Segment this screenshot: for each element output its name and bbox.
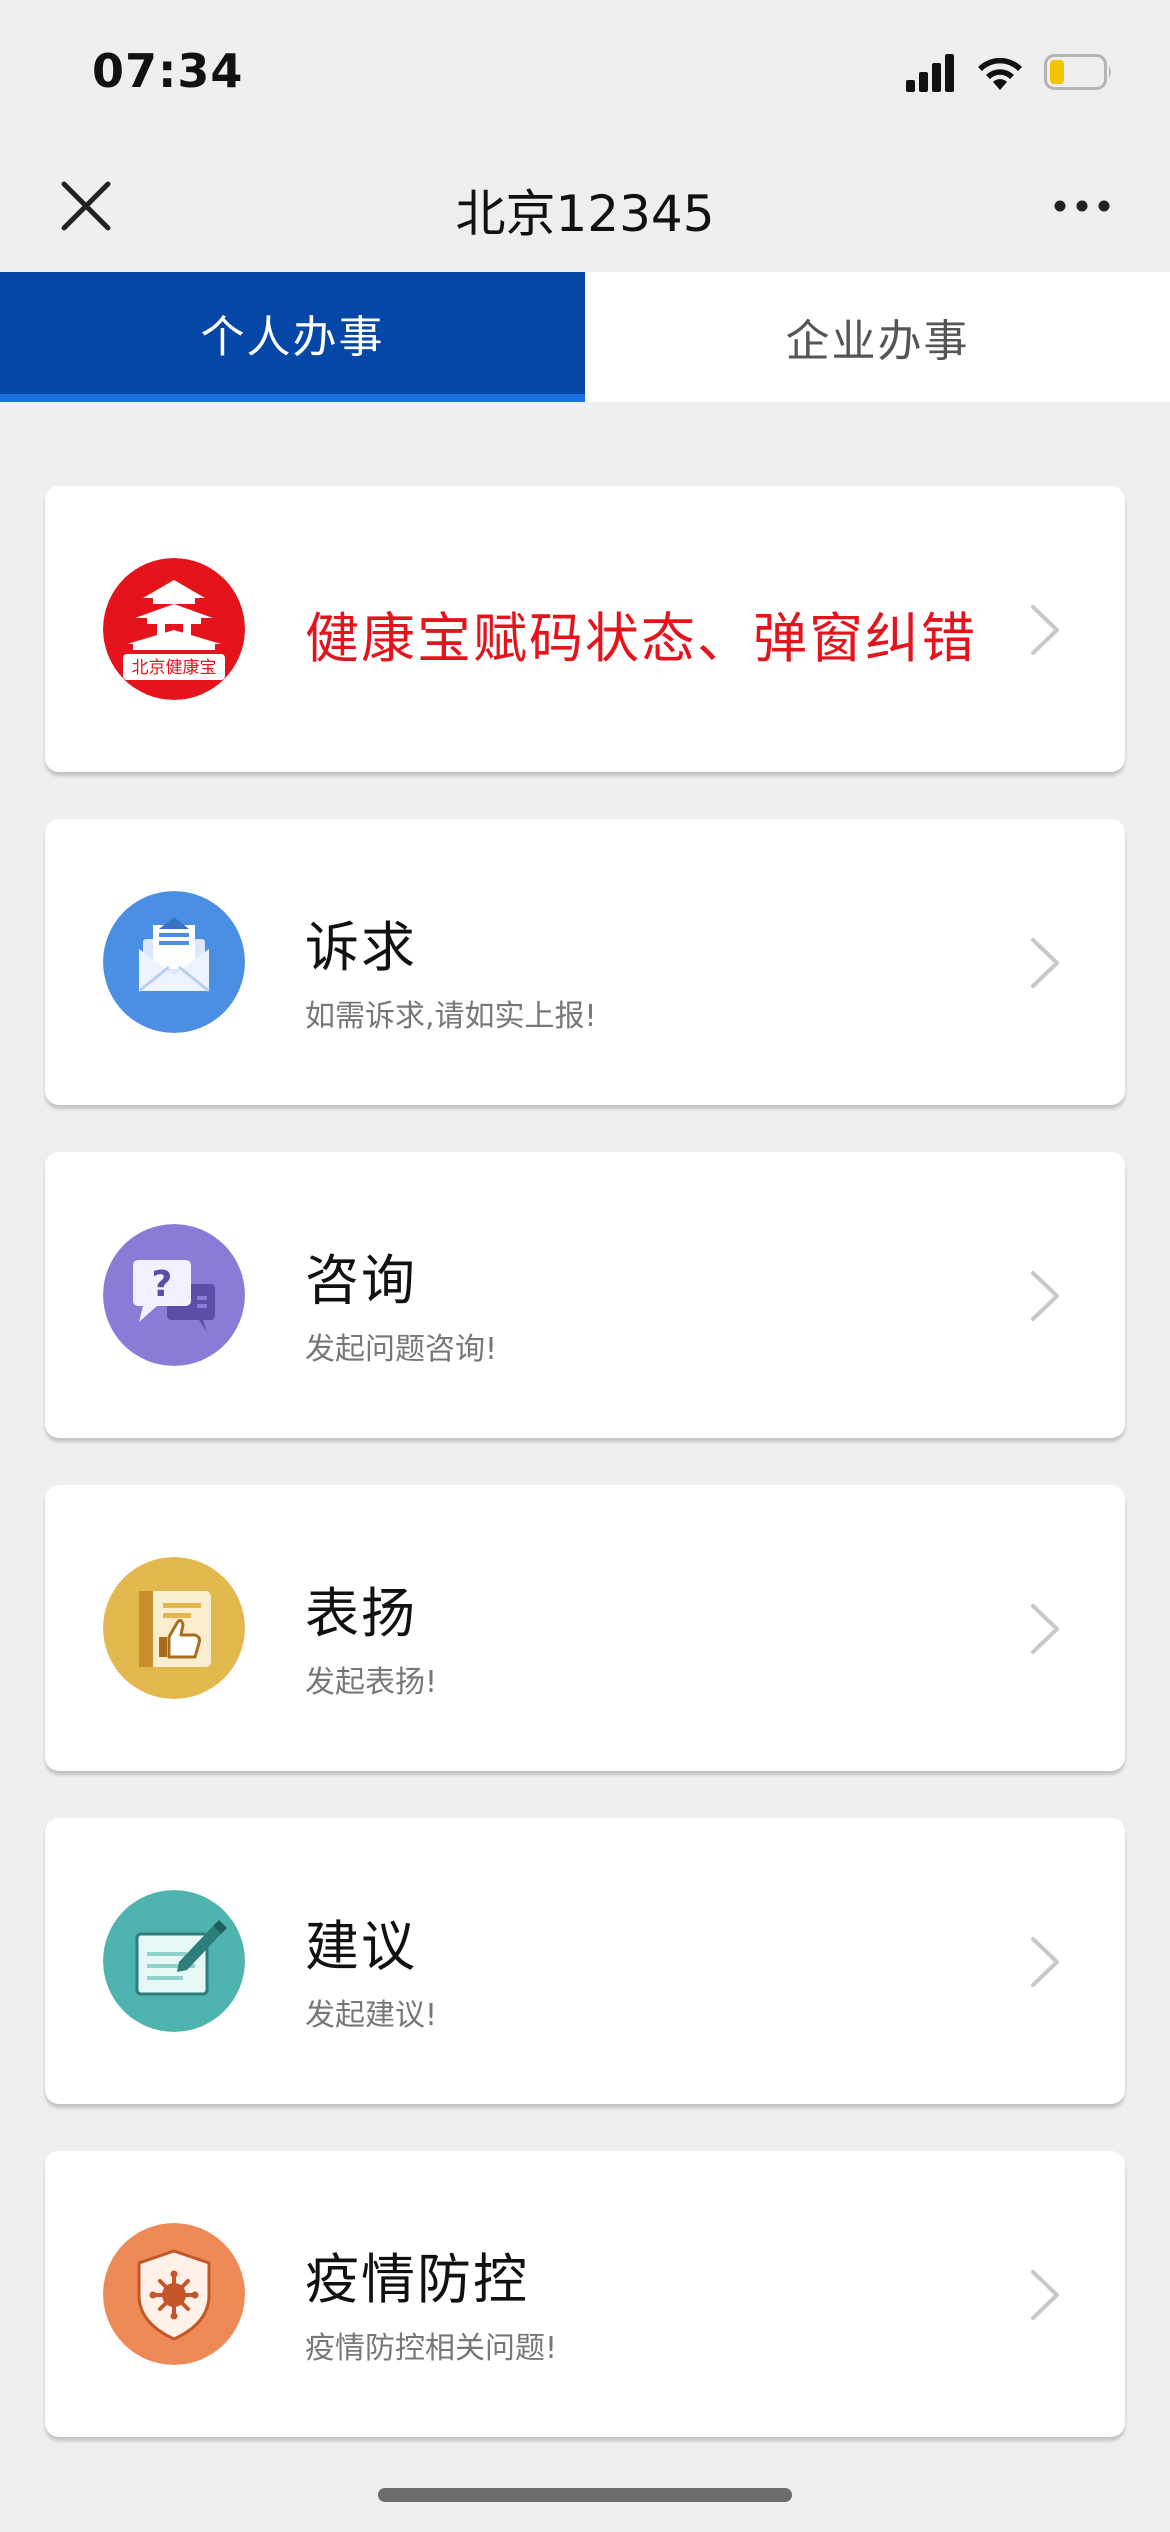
nav-bar: 北京12345 bbox=[0, 140, 1170, 272]
card-title: 健康宝赋码状态、弹窗纠错 bbox=[305, 607, 977, 670]
card-title: 表扬 bbox=[305, 1582, 417, 1645]
card-consult[interactable]: ? 咨询 发起问题咨询! bbox=[45, 1152, 1125, 1438]
svg-text:?: ? bbox=[152, 1264, 173, 1305]
status-time: 07:34 bbox=[92, 44, 244, 98]
status-icons bbox=[904, 50, 1114, 94]
beijing-health-kit-icon: 北京健康宝 bbox=[103, 558, 245, 700]
tab-personal[interactable]: 个人办事 bbox=[0, 272, 585, 402]
card-subtitle: 发起表扬! bbox=[305, 1665, 438, 1700]
thumbs-up-icon bbox=[103, 1557, 245, 1699]
chevron-right-icon bbox=[1031, 1937, 1059, 1987]
chevron-right-icon bbox=[1031, 1271, 1059, 1321]
battery-icon bbox=[1044, 54, 1111, 90]
card-subtitle: 发起问题咨询! bbox=[305, 1332, 498, 1367]
page-title: 北京12345 bbox=[455, 185, 715, 243]
service-card-list: 北京健康宝 健康宝赋码状态、弹窗纠错 诉求 如需诉求,请如实上报! ? 咨询 发… bbox=[45, 486, 1125, 2484]
chevron-right-icon bbox=[1031, 605, 1059, 655]
card-title: 建议 bbox=[305, 1915, 417, 1978]
virus-shield-icon bbox=[103, 2223, 245, 2365]
card-suggestion[interactable]: 建议 发起建议! bbox=[45, 1818, 1125, 2104]
home-indicator[interactable] bbox=[378, 2488, 792, 2502]
chevron-right-icon bbox=[1031, 1604, 1059, 1654]
cellular-signal-icon bbox=[906, 54, 954, 92]
card-title: 疫情防控 bbox=[305, 2248, 529, 2311]
card-subtitle: 如需诉求,请如实上报! bbox=[305, 999, 597, 1034]
card-title: 诉求 bbox=[305, 916, 417, 979]
question-chat-icon: ? bbox=[103, 1224, 245, 1366]
more-options-icon[interactable] bbox=[1050, 178, 1114, 234]
tab-bar: 个人办事 企业办事 bbox=[0, 272, 1170, 402]
card-epidemic-prevention[interactable]: 疫情防控 疫情防控相关问题! bbox=[45, 2151, 1125, 2437]
wifi-icon bbox=[978, 57, 1022, 90]
edit-note-icon bbox=[103, 1890, 245, 2032]
envelope-icon bbox=[103, 891, 245, 1033]
chevron-right-icon bbox=[1031, 938, 1059, 988]
tab-enterprise[interactable]: 企业办事 bbox=[585, 272, 1170, 402]
card-subtitle: 发起建议! bbox=[305, 1998, 438, 2033]
card-subtitle: 疫情防控相关问题! bbox=[305, 2331, 558, 2366]
card-appeal[interactable]: 诉求 如需诉求,请如实上报! bbox=[45, 819, 1125, 1105]
card-health-kit-correction[interactable]: 北京健康宝 健康宝赋码状态、弹窗纠错 bbox=[45, 486, 1125, 772]
status-bar: 07:34 bbox=[0, 0, 1170, 140]
card-praise[interactable]: 表扬 发起表扬! bbox=[45, 1485, 1125, 1771]
health-kit-logo-text: 北京健康宝 bbox=[132, 658, 217, 678]
chevron-right-icon bbox=[1031, 2270, 1059, 2320]
card-title: 咨询 bbox=[305, 1249, 417, 1312]
